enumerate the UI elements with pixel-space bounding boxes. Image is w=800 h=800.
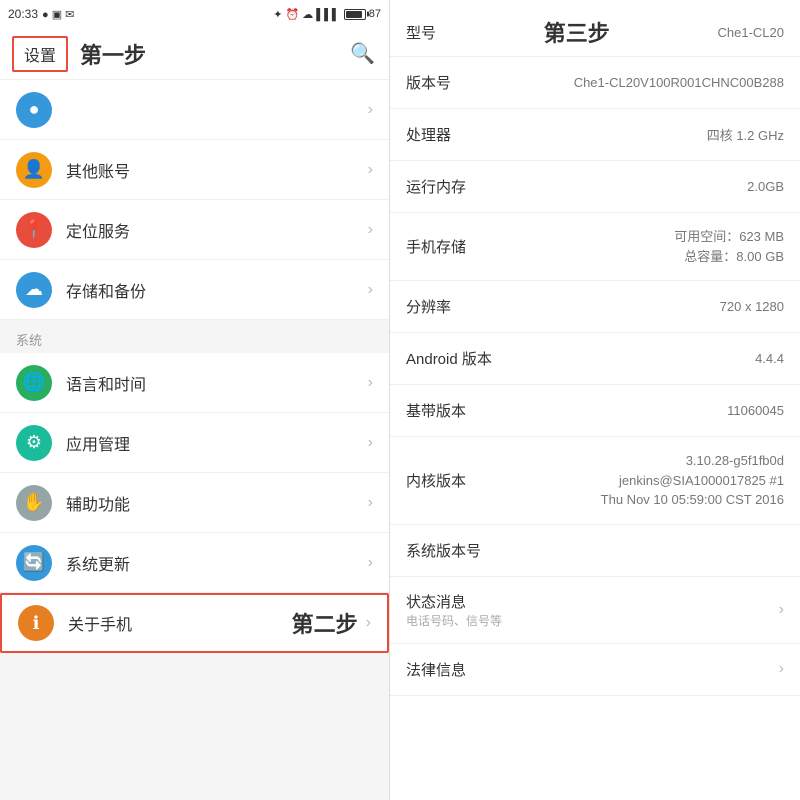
chevron-icon: › xyxy=(368,101,373,119)
android-value: 4.4.4 xyxy=(755,351,784,366)
step-two-label: 第二步 xyxy=(292,607,358,639)
status-left: 20:33 ● ▣ ✉ xyxy=(8,7,74,21)
other-accounts-icon: 👤 xyxy=(16,152,52,188)
android-label: Android 版本 xyxy=(406,348,492,369)
storage-icon: ☁ xyxy=(16,272,52,308)
menu-item-location[interactable]: 📍 定位服务 › xyxy=(0,200,389,260)
menu-item-app-manage[interactable]: ⚙ 应用管理 › xyxy=(0,413,389,473)
status-text-group: 状态消息 电话号码、信号等 xyxy=(406,591,502,629)
baseband-value: 11060045 xyxy=(727,403,784,418)
sys-version-label: 系统版本号 xyxy=(406,540,486,561)
app-manage-icon: ⚙ xyxy=(16,425,52,461)
row-kernel: 内核版本 3.10.28-g5f1fb0djenkins@SIA10000178… xyxy=(390,437,800,525)
storage-value: 可用空间：623 MB总容量：8.00 GB xyxy=(674,227,784,266)
menu-item-other-accounts[interactable]: 👤 其他账号 › xyxy=(0,140,389,200)
chevron-icon: › xyxy=(368,221,373,239)
section-system: 系统 xyxy=(0,320,389,353)
menu-item-system-update[interactable]: 🔄 系统更新 › xyxy=(0,533,389,593)
row-processor: 处理器 四核 1.2 GHz xyxy=(390,109,800,161)
status-chevron-icon: › xyxy=(779,601,784,619)
signal-icons: ✦ ⏰ ☁ ▌▌▌ xyxy=(273,8,339,21)
row-android: Android 版本 4.4.4 xyxy=(390,333,800,385)
time: 20:33 xyxy=(8,7,38,21)
accessibility-icon: ✋ xyxy=(16,485,52,521)
about-phone-icon: ℹ xyxy=(18,605,54,641)
chevron-icon: › xyxy=(368,494,373,512)
battery-label: 87 xyxy=(344,8,381,20)
ram-label: 运行内存 xyxy=(406,176,486,197)
row-storage: 手机存储 可用空间：623 MB总容量：8.00 GB xyxy=(390,213,800,281)
row-baseband: 基带版本 11060045 xyxy=(390,385,800,437)
row-resolution: 分辨率 720 x 1280 xyxy=(390,281,800,333)
kernel-value: 3.10.28-g5f1fb0djenkins@SIA1000017825 #1… xyxy=(601,451,784,510)
status-label: 状态消息 xyxy=(406,591,502,612)
model-label: 型号 xyxy=(406,22,436,43)
row-sys-version: 系统版本号 xyxy=(390,525,800,577)
menu-item-storage[interactable]: ☁ 存储和备份 › xyxy=(0,260,389,320)
menu-item-language[interactable]: 🌐 语言和时间 › xyxy=(0,353,389,413)
resolution-label: 分辨率 xyxy=(406,296,486,317)
settings-label[interactable]: 设置 xyxy=(12,36,68,72)
notification-icons: ● ▣ ✉ xyxy=(42,8,74,21)
menu-item-about-phone[interactable]: ℹ 关于手机 第二步 › xyxy=(0,593,389,653)
status-sublabel: 电话号码、信号等 xyxy=(406,612,502,629)
row-version-number: 版本号 Che1-CL20V100R001CHNC00B288 xyxy=(390,57,800,109)
processor-label: 处理器 xyxy=(406,124,486,145)
left-panel: 20:33 ● ▣ ✉ ✦ ⏰ ☁ ▌▌▌ 87 设置 第一步 🔍 ● › 👤 … xyxy=(0,0,390,800)
processor-value: 四核 1.2 GHz xyxy=(707,125,784,144)
row-ram: 运行内存 2.0GB xyxy=(390,161,800,213)
system-update-icon: 🔄 xyxy=(16,545,52,581)
model-value: Che1-CL20 xyxy=(718,25,785,40)
storage-label: 手机存储 xyxy=(406,236,486,257)
version-number-label: 版本号 xyxy=(406,72,486,93)
status-right: ✦ ⏰ ☁ ▌▌▌ 87 xyxy=(273,8,381,21)
right-panel: 型号 第三步 Che1-CL20 版本号 Che1-CL20V100R001CH… xyxy=(390,0,800,800)
baseband-label: 基带版本 xyxy=(406,400,486,421)
row-status[interactable]: 状态消息 电话号码、信号等 › xyxy=(390,577,800,644)
version-number-value: Che1-CL20V100R001CHNC00B288 xyxy=(574,75,784,90)
ram-value: 2.0GB xyxy=(747,179,784,194)
top-bar: 设置 第一步 🔍 xyxy=(0,28,389,80)
chevron-icon: › xyxy=(368,554,373,572)
chevron-icon: › xyxy=(368,374,373,392)
resolution-value: 720 x 1280 xyxy=(720,299,784,314)
chevron-icon: › xyxy=(366,614,371,632)
step-one-label: 第一步 xyxy=(80,38,146,70)
menu-item-accessibility[interactable]: ✋ 辅助功能 › xyxy=(0,473,389,533)
legal-label: 法律信息 xyxy=(406,659,486,680)
legal-chevron-icon: › xyxy=(779,660,784,678)
status-bar: 20:33 ● ▣ ✉ ✦ ⏰ ☁ ▌▌▌ 87 xyxy=(0,0,389,28)
location-icon: 📍 xyxy=(16,212,52,248)
step-three-label: 第三步 xyxy=(544,16,610,48)
chevron-icon: › xyxy=(368,281,373,299)
row-legal[interactable]: 法律信息 › xyxy=(390,644,800,696)
kernel-label: 内核版本 xyxy=(406,470,486,491)
chevron-icon: › xyxy=(368,161,373,179)
language-icon: 🌐 xyxy=(16,365,52,401)
menu-item-first[interactable]: ● › xyxy=(0,80,389,140)
chevron-icon: › xyxy=(368,434,373,452)
search-icon[interactable]: 🔍 xyxy=(350,41,375,66)
first-icon: ● xyxy=(16,92,52,128)
right-header: 型号 第三步 Che1-CL20 xyxy=(390,0,800,57)
